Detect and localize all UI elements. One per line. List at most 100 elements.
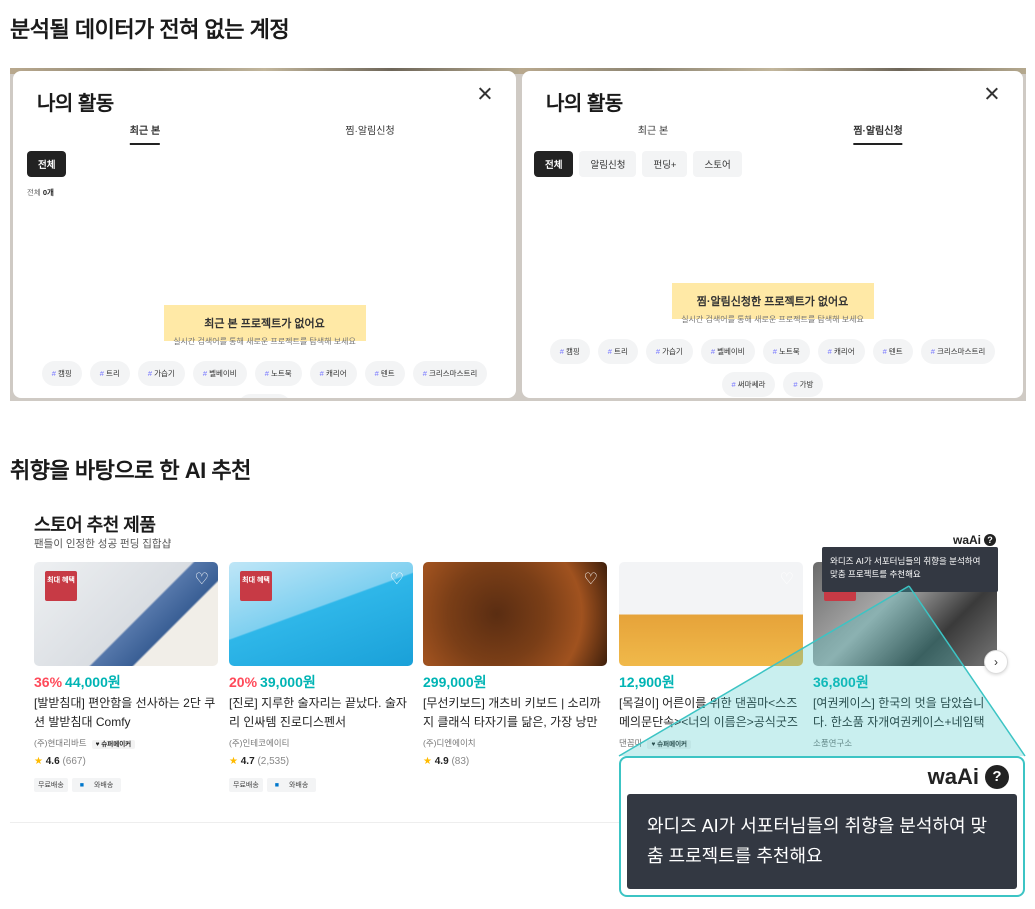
tag-chip[interactable]: # 가습기 <box>645 339 693 364</box>
heart-icon[interactable]: ♡ <box>390 569 404 589</box>
product-rating: ★ 4.6 (667) <box>34 756 86 767</box>
help-icon: ? <box>985 765 1009 789</box>
empty-subtitle: 실시간 검색어를 통해 새로운 프로젝트를 탐색해 보세요 <box>173 337 356 346</box>
section-title-ai: 취향을 바탕으로 한 AI 추천 <box>10 458 251 483</box>
tag-chip[interactable]: # 텐트 <box>364 361 405 386</box>
maker-name: 소품연구소 <box>813 738 853 748</box>
chip-funding-plus[interactable]: 펀딩+ <box>642 151 688 177</box>
wa-ship-badge: ■ 와배송 <box>266 778 317 792</box>
help-icon: ? <box>984 534 997 546</box>
waai-tooltip-zoomed: 와디즈 AI가 서포터님들의 취향을 분석하여 맞춤 프로젝트를 추천해요 <box>627 794 1017 889</box>
star-icon: ★ <box>423 756 432 767</box>
tag-chip[interactable]: # 텐트 <box>872 339 913 364</box>
tag-chip[interactable]: # 가습기 <box>137 361 185 386</box>
product-price: 20% 39,000원 <box>229 672 316 692</box>
product-name[interactable]: [진로] 지루한 술자리는 끝났다. 술자리 인싸템 진로디스펜서 <box>229 694 413 734</box>
product-name[interactable]: [목걸이] 어른이를 위한 댄꼼마<스즈메의문단속><너의 이름은>공식굿즈 <box>619 694 803 734</box>
tag-chip[interactable]: # 노트북 <box>254 361 302 386</box>
super-maker-badge: ♥ 슈퍼메이커 <box>91 740 136 749</box>
item-count: 전체 0개 <box>27 188 54 197</box>
product-name[interactable]: [무선키보드] 개츠비 키보드 | 소리까지 클래식 타자기를 닮은, 가장 낭… <box>423 694 607 734</box>
shipping-badges: 무료배송 ■ 와배송 <box>34 778 122 792</box>
product-name[interactable]: [발받침대] 편안함을 선사하는 2단 쿠션 발받침대 Comfy <box>34 694 218 734</box>
truck-icon: ■ <box>75 780 88 791</box>
zoom-callout: waAi? 와디즈 AI가 서포터님들의 취향을 분석하여 맞춤 프로젝트를 추… <box>619 756 1025 897</box>
truck-icon: ■ <box>270 780 283 791</box>
maker-name: 댄꼼마 ♥ 슈퍼메이커 <box>619 737 692 749</box>
chip-all[interactable]: 전체 <box>534 151 574 177</box>
super-maker-badge: ♥ 슈퍼메이커 <box>647 740 692 749</box>
filter-chips: 전체 <box>27 151 67 177</box>
tag-chip[interactable]: # 벨베이비 <box>700 339 755 364</box>
product-card[interactable]: ♡ 299,000원 [무선키보드] 개츠비 키보드 | 소리까지 클래식 타자기를… <box>423 562 607 767</box>
product-card[interactable]: 최대 혜택 ♡ 20% 39,000원 [진로] 지루한 술자리는 끝났다. 술자리 인… <box>229 562 413 792</box>
waai-tooltip: 와디즈 AI가 서포터님들의 취향을 분석하여 맞춤 프로젝트를 추천해요 <box>822 547 998 592</box>
product-image[interactable]: 최대 혜택 ♡ <box>34 562 218 666</box>
tag-chip[interactable]: # 가방 <box>783 372 824 397</box>
tag-chip[interactable]: # 노트북 <box>762 339 810 364</box>
tab-recent[interactable]: 최근 본 <box>129 122 161 145</box>
product-price: 299,000원 <box>423 672 487 692</box>
product-card[interactable]: ♡ 12,900원 [목걸이] 어른이를 위한 댄꼼마<스즈메의문단속><너의 이름… <box>619 562 803 749</box>
tag-chip[interactable]: # 캠핑 <box>549 339 590 364</box>
product-image[interactable]: ♡ <box>619 562 803 666</box>
next-arrow-icon[interactable]: › <box>984 650 1008 674</box>
store-title: 스토어 추천 제품 <box>34 515 156 535</box>
heart-icon[interactable]: ♡ <box>195 569 209 589</box>
modal-title: 나의 활동 <box>546 93 623 115</box>
waai-logo[interactable]: waAi? <box>953 533 997 547</box>
product-image[interactable]: ♡ <box>423 562 607 666</box>
tag-chip[interactable]: # 트리 <box>597 339 638 364</box>
price-amount: 36,800원 <box>813 674 869 690</box>
tab-recent[interactable]: 최근 본 <box>638 122 668 143</box>
tag-chip[interactable]: # 캐리어 <box>817 339 865 364</box>
close-icon[interactable] <box>983 85 1001 103</box>
tab-wishlist[interactable]: 찜·알림신청 <box>345 122 394 143</box>
product-card[interactable]: 최대 혜택 ♡ 36% 44,000원 [발받침대] 편안함을 선사하는 2단 쿠션 발… <box>34 562 218 792</box>
discount-rate: 20% <box>229 674 258 690</box>
tag-chip[interactable]: # 벨베이비 <box>192 361 247 386</box>
tab-wishlist[interactable]: 찜·알림신청 <box>853 122 903 145</box>
my-activity-modal: 나의 활동 최근 본 찜·알림신청 전체 전체 0개 최근 본 프로젝트가 없어… <box>13 71 516 398</box>
price-amount: 299,000원 <box>423 674 487 690</box>
modal-title: 나의 활동 <box>37 93 114 115</box>
product-name[interactable]: [여권케이스] 한국의 멋을 담았습니다. 한소품 자개여권케이스+네임택 세트 <box>813 694 997 734</box>
shipping-badges: 무료배송 ■ 와배송 <box>229 778 317 792</box>
star-icon: ★ <box>34 756 43 767</box>
section-title-no-data: 분석될 데이터가 전혀 없는 계정 <box>10 17 290 42</box>
maker-name: (주)인테코에이티 <box>229 738 290 748</box>
price-amount: 39,000원 <box>260 674 316 690</box>
trending-tags: # 캠핑 # 트리 # 가습기 # 벨베이비 # 노트북 # 캐리어 # 텐트 # 크리스마스… <box>23 361 506 398</box>
tag-chip[interactable]: # 크리스마스트리 <box>412 361 488 386</box>
tag-chip[interactable]: # 써마쎄라 <box>721 372 776 397</box>
tag-chip[interactable]: # 크리스마스트리 <box>920 339 996 364</box>
product-price: 12,900원 <box>619 672 675 692</box>
maker-name: (주)현대리바트 ♥ 슈퍼메이커 <box>34 737 136 749</box>
product-image[interactable]: 최대 혜택 ♡ <box>229 562 413 666</box>
discount-rate: 36% <box>34 674 63 690</box>
my-activity-modal: 나의 활동 최근 본 찜·알림신청 전체 알림신청 펀딩+ 스토어 찜·알림신청… <box>522 71 1023 398</box>
chip-notify[interactable]: 알림신청 <box>579 151 637 177</box>
empty-subtitle: 실시간 검색어를 통해 새로운 프로젝트를 탐색해 보세요 <box>681 315 864 324</box>
product-rating: ★ 4.9 (83) <box>423 756 470 767</box>
heart-icon[interactable]: ♡ <box>584 569 598 589</box>
tag-chip[interactable]: # 트리 <box>89 361 130 386</box>
heart-icon[interactable]: ♡ <box>780 569 794 589</box>
product-rating: ★ 4.7 (2,535) <box>229 756 290 767</box>
benefit-badge: 최대 혜택 <box>45 571 77 601</box>
free-ship-badge: 무료배송 <box>34 778 68 792</box>
screenshot-wishlist: 나의 활동 최근 본 찜·알림신청 전체 알림신청 펀딩+ 스토어 찜·알림신청… <box>519 68 1026 401</box>
free-ship-badge: 무료배송 <box>229 778 263 792</box>
wa-ship-badge: ■ 와배송 <box>71 778 122 792</box>
trending-tags: # 캠핑 # 트리 # 가습기 # 벨베이비 # 노트북 # 캐리어 # 텐트 # 크리스마스… <box>532 339 1013 397</box>
tag-chip[interactable]: # 캠핑 <box>41 361 82 386</box>
chip-all[interactable]: 전체 <box>27 151 67 177</box>
product-price: 36% 44,000원 <box>34 672 121 692</box>
tag-chip[interactable]: # 캐리어 <box>309 361 357 386</box>
price-amount: 44,000원 <box>65 674 121 690</box>
maker-name: (주)디엔에이치 <box>423 738 476 748</box>
benefit-badge: 최대 혜택 <box>240 571 272 601</box>
chip-store[interactable]: 스토어 <box>693 151 742 177</box>
tag-chip[interactable]: # 써마쎄라 <box>237 394 292 398</box>
close-icon[interactable] <box>476 85 494 103</box>
